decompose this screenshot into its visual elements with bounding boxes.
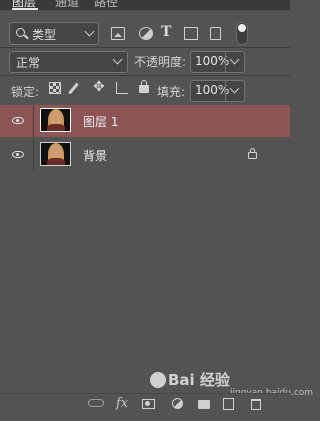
eye-icon [12, 117, 24, 124]
adjustment-filter-icon[interactable] [139, 27, 153, 40]
blend-mode-value: 正常 [16, 56, 41, 70]
fill-label: 填充: [157, 85, 186, 99]
filter-kind-select[interactable]: 类型 [9, 22, 99, 45]
layer-row-background[interactable]: 背景 [0, 139, 290, 171]
opacity-label: 不透明度: [134, 55, 187, 69]
visibility-toggle[interactable] [0, 139, 34, 171]
tab-channels[interactable]: 通道 [55, 0, 79, 10]
chevron-down-icon [84, 26, 95, 37]
layers-footer: fx [0, 393, 290, 421]
paw-icon [150, 372, 166, 388]
chevron-down-icon [229, 83, 240, 94]
layer-name[interactable]: 背景 [83, 147, 107, 164]
layer-style-button[interactable]: fx [116, 396, 128, 411]
type-filter-icon[interactable]: T [161, 24, 175, 40]
layer-thumbnail [40, 142, 71, 166]
filter-toggle[interactable] [236, 22, 248, 45]
lock-image-pixels-icon[interactable] [68, 82, 79, 95]
lock-label: 锁定: [11, 85, 40, 99]
lock-icon [248, 148, 257, 159]
chevron-down-icon [112, 54, 123, 65]
active-tab-indicator [12, 8, 38, 10]
baidu-watermark: Bai 经验 [150, 369, 230, 390]
layer-thumbnail [40, 108, 71, 132]
link-layers-icon[interactable] [88, 399, 104, 407]
lock-transparent-pixels-icon[interactable] [49, 82, 61, 94]
new-layer-icon[interactable] [223, 398, 234, 410]
opacity-field[interactable]: 100% [190, 51, 245, 73]
chevron-down-icon [229, 54, 240, 65]
lock-artboard-icon[interactable] [116, 82, 128, 94]
lock-position-icon[interactable]: ✥ [93, 79, 105, 95]
fill-field[interactable]: 100% [190, 80, 245, 102]
image-filter-icon[interactable] [111, 27, 125, 40]
shape-filter-icon[interactable] [184, 27, 198, 40]
divider [0, 47, 290, 48]
toggle-knob [238, 24, 246, 32]
filter-kind-label: 类型 [32, 28, 57, 42]
tab-paths[interactable]: 路径 [94, 0, 118, 10]
add-mask-icon[interactable] [142, 399, 155, 409]
eye-icon [12, 151, 24, 158]
layer-name[interactable]: 图层 1 [83, 113, 118, 130]
panel-tab-bar: 图层 通道 路径 [0, 0, 290, 10]
smart-object-filter-icon[interactable] [210, 27, 221, 40]
layer-row-1[interactable]: 图层 1 [0, 105, 290, 137]
new-adjustment-layer-icon[interactable] [172, 398, 183, 409]
new-group-icon[interactable] [198, 400, 210, 409]
divider [0, 75, 290, 76]
blend-mode-select[interactable]: 正常 [9, 51, 128, 73]
delete-layer-icon[interactable] [251, 399, 261, 410]
visibility-toggle[interactable] [0, 105, 34, 137]
lock-all-icon[interactable] [139, 80, 149, 93]
